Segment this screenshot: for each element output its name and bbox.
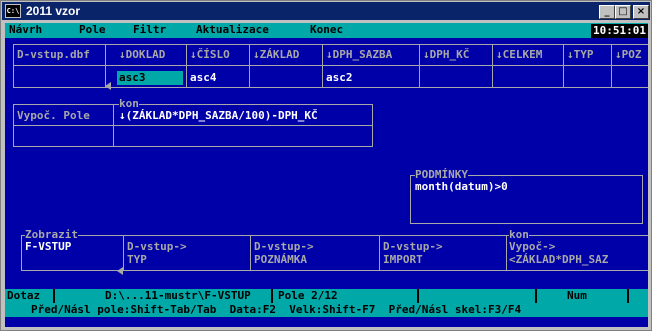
dbase-console[interactable]: Návrh Pole Filtr Aktualizace Konec 10:51… [5,23,648,327]
application-window: C:\ 2011 vzor _ □ × Návrh Pole Filtr Akt… [0,0,652,331]
column-celkem[interactable]: ↓CELKEM [496,48,542,62]
left-arrow-icon [105,82,111,90]
view-sep [379,235,380,271]
status-sep [53,289,55,303]
col-sep [322,44,323,88]
status-num: Num [567,289,587,302]
conditions-expression[interactable]: month(datum)>0 [415,180,508,194]
status-sep [535,289,537,303]
view-field-2-name[interactable]: TYP [127,253,147,267]
status-sep [417,289,419,303]
menu-pole[interactable]: Pole [79,23,106,37]
calc-label: Vypoč. Pole [17,109,90,122]
col-sep [419,44,420,88]
col-sep [611,44,612,88]
menu-konec[interactable]: Konec [310,23,343,37]
hint-bar: Před/Násl pole:Shift-Tab/Tab Data:F2 Vel… [5,303,648,317]
table-name: D-vstup.dbf [17,48,90,61]
skeleton-divider [13,65,648,66]
status-sep [271,289,273,303]
close-button[interactable]: × [633,5,649,19]
view-sep [123,235,124,271]
column-dph-kc[interactable]: ↓DPH_KČ [423,48,469,62]
column-doklad[interactable]: ↓DOKLAD [119,48,165,62]
calc-divider [13,125,373,126]
status-field: Pole 2/12 [278,289,338,302]
col-sep [563,44,564,88]
console-icon[interactable]: C:\ [5,4,21,18]
status-path: D:\...11-mustr\F-VSTUP [105,289,251,302]
hint-text: Před/Násl pole:Shift-Tab/Tab Data:F2 Vel… [31,303,522,316]
view-sep [250,235,251,271]
view-field-5-name[interactable]: <ZÁKLAD*DPH_SAZ [509,253,608,267]
cell-cislo[interactable]: asc4 [190,71,217,85]
menu-bar: Návrh Pole Filtr Aktualizace Konec 10:51… [5,23,648,38]
view-field-1[interactable]: F-VSTUP [25,240,71,254]
view-field-5-source[interactable]: Vypoč-> [509,240,555,254]
col-sep [186,44,187,88]
minimize-button[interactable]: _ [599,5,615,19]
column-cislo[interactable]: ↓ČÍSLO [190,48,230,62]
menu-navrh[interactable]: Návrh [9,23,42,37]
clock: 10:51:01 [591,24,648,38]
status-sep [627,289,629,303]
view-sep [506,235,507,271]
status-mode: Dotaz [7,289,41,302]
cell-dph-sazba[interactable]: asc2 [326,71,353,85]
cell-doklad[interactable]: asc3 [119,71,146,85]
menu-aktualizace[interactable]: Aktualizace [196,23,269,37]
column-zaklad[interactable]: ↓ZÁKLAD [253,48,299,62]
column-dph-sazba[interactable]: ↓DPH_SAZBA [326,48,392,62]
view-field-4-source[interactable]: D-vstup-> [383,240,443,254]
view-field-2-source[interactable]: D-vstup-> [127,240,187,254]
column-poz[interactable]: ↓POZ [615,48,642,62]
maximize-button[interactable]: □ [615,5,631,19]
view-field-4-name[interactable]: IMPORT [383,253,423,267]
col-sep [249,44,250,88]
left-arrow-icon [117,267,123,275]
view-field-3-source[interactable]: D-vstup-> [254,240,314,254]
calc-expression[interactable]: ↓(ZÁKLAD*DPH_SAZBA/100)-DPH_KČ [119,109,318,123]
menu-filtr[interactable]: Filtr [133,23,166,37]
status-bar: Dotaz D:\...11-mustr\F-VSTUP Pole 2/12 N… [5,289,648,303]
window-title: 2011 vzor [26,4,81,18]
view-field-3-name[interactable]: POZNÁMKA [254,253,307,267]
col-sep [492,44,493,88]
title-bar[interactable]: C:\ 2011 vzor _ □ × [2,2,650,20]
column-typ[interactable]: ↓TYP [567,48,594,62]
